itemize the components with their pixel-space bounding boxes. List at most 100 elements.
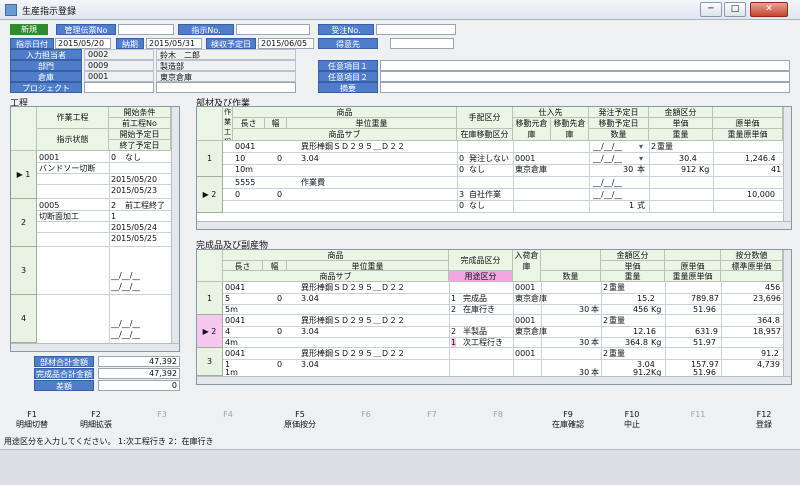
materials-vscrollbar[interactable]	[783, 107, 791, 221]
material-qty[interactable]: 30	[623, 165, 633, 175]
product-cost[interactable]: 789.87	[691, 294, 719, 304]
product-length[interactable]: 5	[225, 294, 230, 304]
process-row-header-4[interactable]: 4	[11, 295, 37, 343]
process-end-date[interactable]: 2015/05/23	[111, 186, 157, 196]
entry-user-code-box[interactable]	[84, 49, 154, 60]
material-length[interactable]: 10	[235, 154, 245, 164]
process-hscrollbar[interactable]	[11, 343, 179, 351]
process-row-header-2[interactable]: 2	[11, 199, 37, 247]
material-arrange-no[interactable]: 3	[459, 190, 464, 200]
product-code[interactable]: 0041	[225, 349, 245, 359]
product-std-price[interactable]: 4,739	[757, 360, 780, 370]
order-no-field[interactable]	[236, 24, 310, 35]
option1-field[interactable]	[380, 60, 790, 71]
move-date-dropdown-icon[interactable]: ▾	[639, 154, 643, 163]
f12-button[interactable]: F12 登録	[734, 410, 794, 434]
product-width[interactable]: 0	[277, 360, 282, 370]
products-row-header-1[interactable]: 1	[197, 282, 223, 315]
products-vscrollbar[interactable]	[783, 250, 791, 376]
product-unit-weight[interactable]: 3.04	[301, 294, 319, 304]
products-hscrollbar[interactable]	[197, 376, 791, 384]
material-qty[interactable]: 1	[629, 201, 634, 211]
material-order-date[interactable]: __/__/__	[593, 178, 622, 188]
product-amount-no[interactable]: 2	[603, 349, 608, 359]
warehouse-code-box[interactable]	[84, 71, 154, 82]
product-unit-weight[interactable]: 3.04	[301, 360, 319, 370]
f2-button[interactable]: F2 明細拡張	[66, 410, 126, 434]
material-move-no[interactable]: 0	[459, 165, 464, 175]
process-vscrollbar[interactable]	[171, 107, 179, 343]
delivery-field[interactable]: 2015/05/31	[146, 38, 202, 49]
project-field[interactable]	[84, 82, 154, 93]
product-warehouse-code[interactable]: 0001	[515, 316, 535, 326]
products-grid[interactable]: 商品 長さ 幅 単位重量 商品サブ 完成品区分 用途区分 入荷倉庫 数量 金額区…	[196, 249, 792, 385]
product-code[interactable]: 0041	[225, 283, 245, 293]
inspect-date-field[interactable]: 2015/06/05	[258, 38, 314, 49]
process-row-header-1[interactable]: ▶ 1	[11, 151, 37, 199]
product-done-no[interactable]: 1	[451, 294, 456, 304]
material-order-date[interactable]: __/__/__	[593, 142, 622, 152]
process-start-date[interactable]: __/__/__	[111, 319, 140, 329]
process-start-date[interactable]: __/__/__	[111, 271, 140, 281]
material-src-warehouse[interactable]: 東京倉庫	[515, 165, 547, 175]
material-arrange-no[interactable]: 0	[459, 154, 464, 164]
minimize-button[interactable]: ─	[700, 2, 722, 17]
materials-row-header-1[interactable]: 1	[197, 141, 223, 177]
f7-button[interactable]: F7	[402, 410, 462, 434]
product-cost[interactable]: 631.9	[695, 327, 718, 337]
product-amount-no[interactable]: 2	[603, 316, 608, 326]
f4-button[interactable]: F4	[198, 410, 258, 434]
project-name-field[interactable]	[156, 82, 296, 93]
product-length[interactable]: 4	[225, 327, 230, 337]
f3-button[interactable]: F3	[132, 410, 192, 434]
option2-field[interactable]	[380, 71, 790, 82]
material-supplier[interactable]: 0001	[515, 154, 535, 164]
process-end-date[interactable]: __/__/__	[111, 330, 140, 340]
product-std-price[interactable]: 23,696	[753, 294, 781, 304]
materials-grid[interactable]: 作業工程 商品 長さ 幅 単位重量 商品サブ 手配区分 在庫移動区分 仕入先 移…	[196, 106, 792, 230]
product-warehouse-code[interactable]: 0001	[515, 283, 535, 293]
remarks-field[interactable]	[380, 82, 790, 93]
materials-hscrollbar[interactable]	[197, 221, 791, 229]
material-code[interactable]: 5555	[235, 178, 255, 188]
maximize-button[interactable]: □	[724, 2, 746, 17]
product-warehouse-code[interactable]: 0001	[515, 349, 535, 359]
f6-button[interactable]: F6	[336, 410, 396, 434]
material-move-no[interactable]: 0	[459, 201, 464, 211]
process-end-date[interactable]: 2015/05/25	[111, 234, 157, 244]
f10-button[interactable]: F10 中止	[602, 410, 662, 434]
materials-row-header-2[interactable]: ▶ 2	[197, 177, 223, 213]
material-sub[interactable]: 10m	[235, 165, 253, 175]
mgmt-voucher-field[interactable]	[118, 24, 174, 35]
process-row-header-3[interactable]: 3	[11, 247, 37, 295]
product-unit-price[interactable]: 15.2	[637, 294, 655, 304]
product-unit-weight[interactable]: 3.04	[301, 327, 319, 337]
f1-button[interactable]: F1 明細切替	[2, 410, 62, 434]
f9-button[interactable]: F9 在庫確認	[538, 410, 598, 434]
order-date-field[interactable]: 2015/05/20	[55, 38, 111, 49]
f5-button[interactable]: F5 原価按分	[270, 410, 330, 434]
material-move-date[interactable]: __/__/__	[593, 190, 622, 200]
product-alloc[interactable]: 364.8	[757, 316, 780, 326]
material-cost[interactable]: 1,246.4	[745, 154, 776, 164]
product-amount-no[interactable]: 2	[603, 283, 608, 293]
f11-button[interactable]: F11	[668, 410, 728, 434]
product-width[interactable]: 0	[277, 294, 282, 304]
material-width[interactable]: 0	[277, 190, 282, 200]
material-width[interactable]: 0	[277, 154, 282, 164]
dept-code-box[interactable]	[84, 60, 154, 71]
material-move-date[interactable]: __/__/__	[593, 154, 622, 164]
products-row-header-3[interactable]: 3	[197, 348, 223, 376]
material-length[interactable]: 0	[235, 190, 240, 200]
material-unit-weight[interactable]: 3.04	[301, 154, 319, 164]
process-end-date[interactable]: __/__/__	[111, 282, 140, 292]
material-cost[interactable]: 10,000	[747, 190, 775, 200]
process-grid[interactable]: 作業工程 指示状態 開始条件 前工程No 開始予定日 終了予定日 ▶ 1 000…	[10, 106, 180, 352]
product-std-price[interactable]: 18,957	[753, 327, 781, 337]
product-done-no[interactable]: 2	[451, 327, 456, 337]
product-unit-price[interactable]: 12.16	[633, 327, 656, 337]
product-width[interactable]: 0	[277, 327, 282, 337]
close-button[interactable]: ✕	[750, 2, 788, 17]
product-alloc[interactable]: 456	[765, 283, 780, 293]
product-alloc[interactable]: 91.2	[761, 349, 779, 359]
